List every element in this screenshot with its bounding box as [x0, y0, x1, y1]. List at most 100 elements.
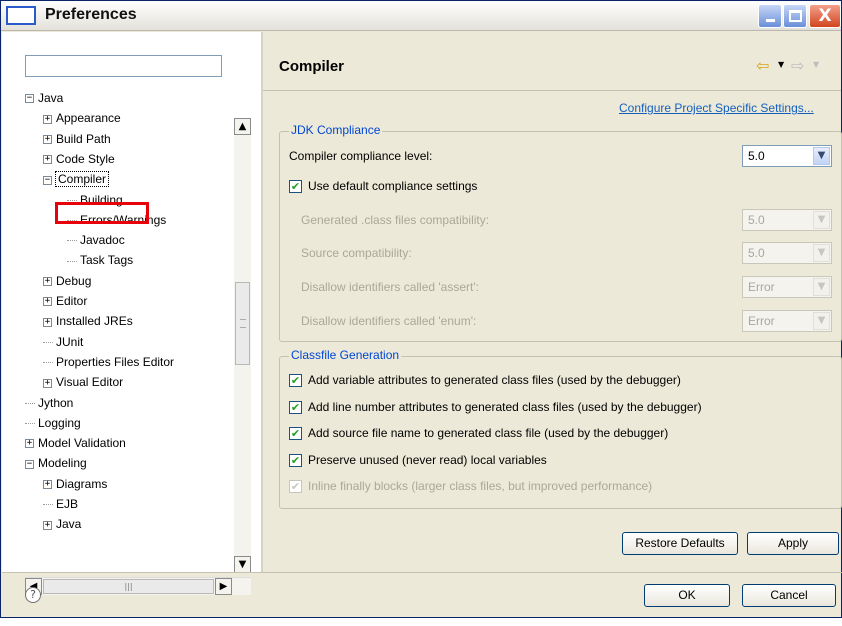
- tree-connector: [25, 423, 35, 425]
- tree-item[interactable]: − Java: [25, 88, 63, 108]
- source-compatibility-label: Source compatibility:: [301, 246, 412, 260]
- expand-icon[interactable]: +: [43, 317, 52, 327]
- expand-icon[interactable]: +: [43, 114, 52, 124]
- tree-item-label: Javadoc: [80, 233, 125, 248]
- tree-connector: [67, 240, 77, 242]
- chevron-down-icon[interactable]: ▼: [813, 147, 830, 165]
- tree-item-label: Java: [38, 91, 64, 105]
- tree-item-label: Code Style: [56, 151, 115, 166]
- cancel-button[interactable]: Cancel: [742, 584, 836, 607]
- configure-project-settings-link[interactable]: Configure Project Specific Settings...: [619, 101, 814, 115]
- tree-item[interactable]: − Compiler: [43, 169, 110, 189]
- scroll-right-button[interactable]: ▶: [215, 578, 232, 595]
- tree-item[interactable]: + Diagrams: [43, 474, 107, 494]
- scroll-thumb[interactable]: [235, 282, 250, 365]
- collapse-icon[interactable]: −: [25, 459, 34, 469]
- help-icon[interactable]: ?: [25, 587, 41, 603]
- tree-connector: [43, 362, 53, 364]
- generated-compatibility-label: Generated .class files compatibility:: [301, 213, 490, 227]
- tree-item[interactable]: JUnit: [43, 332, 83, 352]
- source-compatibility-select[interactable]: 5.0 ▼: [742, 242, 832, 264]
- tree-item[interactable]: + Debug: [43, 271, 91, 291]
- classfile-option-checkbox[interactable]: ✔: [289, 427, 302, 440]
- classfile-option-checkbox[interactable]: ✔: [289, 374, 302, 387]
- source-compatibility-value: 5.0: [748, 246, 765, 260]
- expand-icon[interactable]: +: [43, 155, 52, 165]
- tree-item-label: Properties Files Editor: [56, 354, 175, 369]
- expand-icon[interactable]: +: [43, 480, 52, 490]
- tree-item-label: Debug: [56, 273, 92, 288]
- generated-compatibility-select[interactable]: 5.0 ▼: [742, 209, 832, 231]
- chevron-down-icon[interactable]: ▼: [813, 244, 830, 262]
- title-bar[interactable]: Preferences X: [1, 1, 841, 31]
- selection-highlight: [55, 202, 149, 224]
- tree-item[interactable]: EJB: [43, 494, 78, 514]
- expand-icon[interactable]: +: [43, 378, 52, 388]
- tree-item[interactable]: Task Tags: [67, 250, 133, 270]
- tree-item[interactable]: + Code Style: [43, 149, 115, 169]
- maximize-button[interactable]: [783, 4, 807, 28]
- minimize-button[interactable]: [758, 4, 782, 28]
- compiler-page: Compiler ⇦ ▼ ⇨ ▼ Configure Project Speci…: [263, 32, 842, 572]
- disallow-assert-select[interactable]: Error ▼: [742, 276, 832, 298]
- expand-icon[interactable]: +: [25, 439, 34, 449]
- maximize-icon: [789, 10, 802, 22]
- use-default-compliance-checkbox[interactable]: ✔: [289, 180, 302, 193]
- disallow-enum-label: Disallow identifiers called 'enum':: [301, 314, 477, 328]
- tree-item[interactable]: + Build Path: [43, 129, 111, 149]
- classfile-option-label: Preserve unused (never read) local varia…: [308, 452, 547, 467]
- tree-item-label: Task Tags: [80, 253, 134, 268]
- preference-navigation: − Java + Appearance + Build Path + Code Style − C…: [2, 32, 261, 595]
- tree-item[interactable]: − Modeling: [25, 453, 87, 473]
- tree-item[interactable]: + Model Validation: [25, 433, 126, 453]
- forward-history-dropdown-icon[interactable]: ▼: [813, 60, 819, 69]
- collapse-icon[interactable]: −: [25, 94, 34, 104]
- filter-input[interactable]: [25, 55, 222, 77]
- generated-compatibility-value: 5.0: [748, 213, 765, 227]
- classfile-option-checkbox[interactable]: ✔: [289, 453, 302, 467]
- tree-item[interactable]: + Appearance: [43, 108, 121, 128]
- tree-item-label: JUnit: [56, 334, 84, 349]
- footer-divider: [2, 572, 842, 573]
- scroll-up-button[interactable]: ▲: [234, 118, 251, 135]
- page-header: Compiler ⇦ ▼ ⇨ ▼: [263, 46, 841, 90]
- classfile-generation-group: Classfile Generation ✔ Add variable attri…: [279, 348, 842, 509]
- classfile-option-checkbox[interactable]: ✔: [289, 400, 302, 414]
- scroll-down-button[interactable]: ▼: [234, 556, 251, 573]
- hscroll-thumb[interactable]: |||: [43, 579, 214, 594]
- tree-vertical-scrollbar[interactable]: ▲ ▼: [234, 118, 251, 573]
- chevron-down-icon[interactable]: ▼: [813, 211, 830, 229]
- tree-item[interactable]: + Editor: [43, 291, 87, 311]
- preference-tree: − Java + Appearance + Build Path + Code Style − C…: [25, 88, 234, 543]
- classfile-option-label: Add source file name to generated class …: [308, 426, 669, 440]
- restore-defaults-button[interactable]: Restore Defaults: [622, 532, 738, 555]
- tree-item-label: EJB: [56, 497, 79, 511]
- chevron-down-icon[interactable]: ▼: [813, 312, 830, 330]
- tree-item-label: Build Path: [56, 131, 111, 146]
- apply-button[interactable]: Apply: [747, 532, 839, 555]
- tree-item[interactable]: + Java: [43, 514, 81, 534]
- chevron-down-icon[interactable]: ▼: [813, 278, 830, 296]
- tree-item[interactable]: + Installed JREs: [43, 311, 133, 331]
- classfile-option-checkbox[interactable]: ✔: [289, 480, 302, 493]
- expand-icon[interactable]: +: [43, 277, 52, 287]
- back-arrow-icon[interactable]: ⇦: [756, 56, 769, 75]
- compliance-level-select[interactable]: 5.0 ▼: [742, 145, 832, 167]
- collapse-icon[interactable]: −: [43, 175, 52, 185]
- tree-item[interactable]: Javadoc: [67, 230, 125, 250]
- forward-arrow-icon[interactable]: ⇨: [791, 56, 804, 75]
- close-button[interactable]: X: [809, 4, 841, 28]
- tree-connector: [43, 504, 53, 506]
- tree-item[interactable]: Jython: [25, 393, 73, 413]
- grip-icon: [240, 319, 246, 328]
- expand-icon[interactable]: +: [43, 520, 52, 530]
- disallow-enum-select[interactable]: Error ▼: [742, 310, 832, 332]
- tree-horizontal-scrollbar[interactable]: ◀ ||| ▶: [25, 577, 251, 595]
- tree-item[interactable]: Logging: [25, 413, 81, 433]
- tree-item[interactable]: + Visual Editor: [43, 372, 123, 392]
- expand-icon[interactable]: +: [43, 134, 52, 144]
- back-history-dropdown-icon[interactable]: ▼: [778, 60, 784, 69]
- tree-item[interactable]: Properties Files Editor: [43, 352, 174, 372]
- ok-button[interactable]: OK: [644, 584, 730, 607]
- expand-icon[interactable]: +: [43, 297, 52, 307]
